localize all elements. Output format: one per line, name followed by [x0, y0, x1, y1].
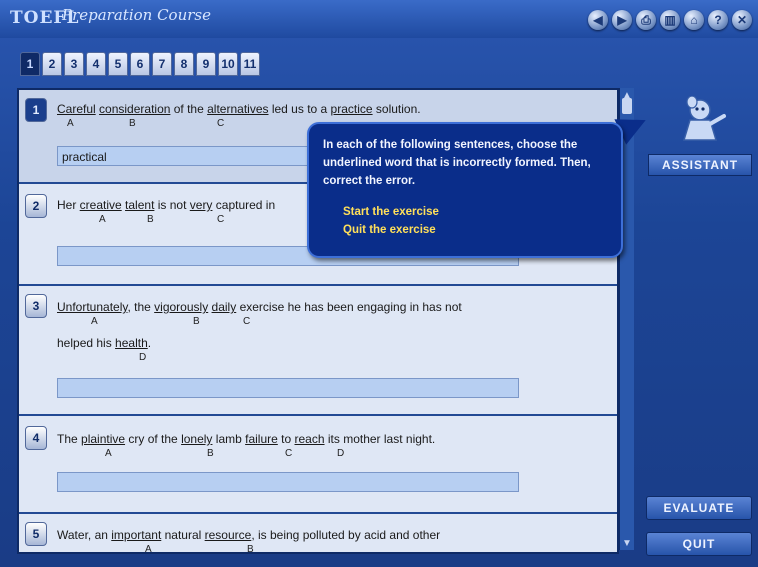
tab-8[interactable]: 8	[174, 52, 194, 76]
underlined-word[interactable]: important	[111, 528, 161, 542]
answer-field[interactable]	[57, 472, 519, 492]
tab-3[interactable]: 3	[64, 52, 84, 76]
question-sentence: The plaintive cry of the lonely lamb fai…	[57, 432, 436, 446]
next-icon[interactable]: ▶	[612, 10, 632, 30]
question-5: 5 Water, an important natural resource, …	[19, 514, 617, 552]
quit-button[interactable]: QUIT	[646, 532, 752, 556]
tab-2[interactable]: 2	[42, 52, 62, 76]
underlined-word[interactable]: practice	[331, 102, 373, 116]
question-number[interactable]: 3	[25, 294, 47, 318]
underlined-word[interactable]: daily	[212, 300, 237, 314]
assistant-button[interactable]: ASSISTANT	[648, 154, 752, 176]
evaluate-button[interactable]: EVALUATE	[646, 496, 752, 520]
underlined-word[interactable]: consideration	[99, 102, 170, 116]
underlined-word[interactable]: resource	[205, 528, 252, 542]
tab-11[interactable]: 11	[240, 52, 260, 76]
assistant-popup: In each of the following sentences, choo…	[307, 122, 623, 258]
underlined-word[interactable]: very	[190, 198, 213, 212]
answer-field[interactable]	[57, 378, 519, 398]
question-number[interactable]: 4	[25, 426, 47, 450]
tab-4[interactable]: 4	[86, 52, 106, 76]
underlined-word[interactable]: failure	[245, 432, 278, 446]
print-icon[interactable]: ⎙	[636, 10, 656, 30]
app-title: Preparation Course	[62, 6, 211, 24]
question-tabs: 1 2 3 4 5 6 7 8 9 10 11	[20, 52, 260, 76]
chart-icon[interactable]: ▥	[660, 10, 680, 30]
tab-1[interactable]: 1	[20, 52, 40, 76]
question-number[interactable]: 2	[25, 194, 47, 218]
underlined-word[interactable]: lonely	[181, 432, 212, 446]
underlined-word[interactable]: creative	[80, 198, 122, 212]
assistant-mascot-icon[interactable]	[672, 96, 728, 146]
underlined-word[interactable]: Careful	[57, 102, 96, 116]
question-sentence: Water, an important natural resource, is…	[57, 528, 441, 542]
question-sentence-line2: helped his health.	[57, 336, 152, 350]
question-number[interactable]: 1	[25, 98, 47, 122]
question-sentence: Unfortunately, the vigorously daily exer…	[57, 300, 462, 314]
underlined-word[interactable]: talent	[125, 198, 154, 212]
prev-icon[interactable]: ◀	[588, 10, 608, 30]
tab-10[interactable]: 10	[218, 52, 238, 76]
underlined-word[interactable]: vigorously	[154, 300, 208, 314]
question-4: 4 The plaintive cry of the lonely lamb f…	[19, 416, 617, 514]
title-bar: TOEFL Preparation Course ◀ ▶ ⎙ ▥ ⌂ ? ✕	[0, 0, 758, 38]
toolbar: ◀ ▶ ⎙ ▥ ⌂ ? ✕	[588, 10, 752, 30]
close-icon[interactable]: ✕	[732, 10, 752, 30]
question-sentence: Careful consideration of the alternative…	[57, 102, 421, 116]
question-sentence: Her creative talent is not very captured…	[57, 198, 276, 212]
tab-7[interactable]: 7	[152, 52, 172, 76]
underlined-word[interactable]: plaintive	[81, 432, 125, 446]
app-window: TOEFL Preparation Course ◀ ▶ ⎙ ▥ ⌂ ? ✕ 1…	[0, 0, 758, 567]
question-3: 3 Unfortunately, the vigorously daily ex…	[19, 286, 617, 416]
underlined-word[interactable]: reach	[295, 432, 325, 446]
home-icon[interactable]: ⌂	[684, 10, 704, 30]
start-exercise-link[interactable]: Start the exercise	[343, 206, 439, 218]
underlined-word[interactable]: Unfortunately	[57, 300, 127, 314]
quit-exercise-link[interactable]: Quit the exercise	[343, 224, 436, 236]
tab-6[interactable]: 6	[130, 52, 150, 76]
underlined-word[interactable]: alternatives	[207, 102, 268, 116]
scroll-down-icon[interactable]: ▼	[620, 536, 634, 550]
underlined-word[interactable]: health	[115, 336, 148, 350]
question-number[interactable]: 5	[25, 522, 47, 546]
tab-9[interactable]: 9	[196, 52, 216, 76]
help-icon[interactable]: ?	[708, 10, 728, 30]
tab-5[interactable]: 5	[108, 52, 128, 76]
assistant-message: In each of the following sentences, choo…	[323, 139, 591, 187]
